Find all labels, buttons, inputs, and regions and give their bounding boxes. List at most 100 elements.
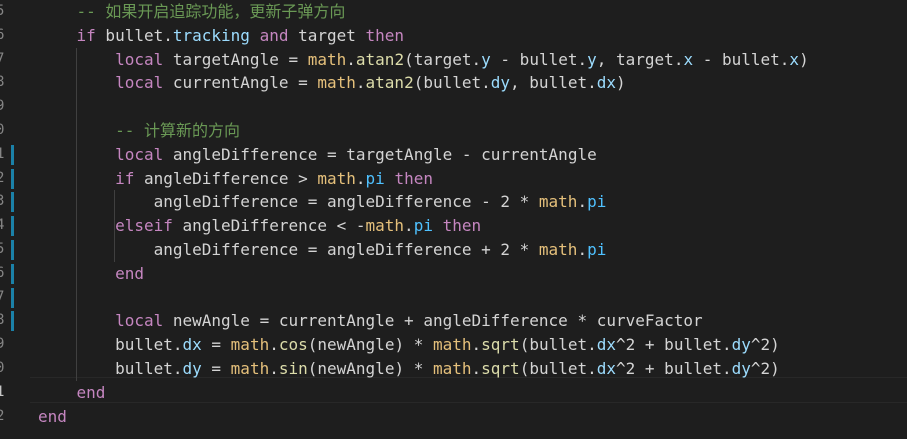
line-number: 2 xyxy=(0,169,5,186)
code-token: . xyxy=(471,359,482,378)
code-token: atan2 xyxy=(355,49,405,69)
code-line[interactable]: 1 local angleDifference = targetAngle - … xyxy=(0,143,907,167)
code-line[interactable]: 9 bullet.dx = math.cos(newAngle) * math.… xyxy=(0,333,907,357)
code-line[interactable]: 7 xyxy=(0,286,907,310)
code-line[interactable]: 2 end xyxy=(0,405,907,429)
code-token: . xyxy=(355,168,366,188)
code-token: , bullet. xyxy=(510,73,597,93)
code-line[interactable]: 1 end xyxy=(0,381,907,405)
code-text: if bullet.tracking and target then xyxy=(38,24,405,48)
code-editor[interactable]: 5 -- 如果开启追踪功能，更新子弹方向 6 if bullet.tracking… xyxy=(0,0,907,439)
code-line[interactable]: 9 xyxy=(0,95,907,119)
code-line[interactable]: 8 local newAngle = currentAngle + angleD… xyxy=(0,309,907,333)
code-token: math xyxy=(432,335,472,355)
code-line[interactable]: 5 -- 如果开启追踪功能，更新子弹方向 xyxy=(0,0,907,24)
code-token: ^2 + bullet. xyxy=(616,359,732,378)
code-comment: -- 如果开启追踪功能，更新子弹方向 xyxy=(76,2,346,21)
code-token: ) xyxy=(799,49,809,69)
code-token: local xyxy=(115,49,164,69)
code-token: (target. xyxy=(404,49,482,69)
code-line[interactable]: 7 local targetAngle = math.atan2(target.… xyxy=(0,48,907,72)
code-token: ^2 + bullet. xyxy=(616,335,732,355)
code-text: local angleDifference = targetAngle - cu… xyxy=(38,143,597,167)
code-text: elseif angleDifference < -math.pi then xyxy=(38,214,481,238)
modified-line-marker xyxy=(11,263,14,284)
code-token: currentAngle = xyxy=(163,73,318,93)
line-number: 6 xyxy=(0,26,5,43)
code-comment: -- 计算新的方向 xyxy=(115,121,240,140)
code-token: ^2) xyxy=(750,335,780,355)
code-token: end xyxy=(38,406,67,426)
code-token: pi xyxy=(587,240,607,259)
line-number: 0 xyxy=(0,122,5,138)
code-line[interactable]: 4 elseif angleDifference < -math.pi then xyxy=(0,214,907,238)
code-token: dx xyxy=(596,73,616,93)
indent-guide xyxy=(76,47,77,381)
code-token: bullet. xyxy=(38,359,183,378)
code-token: then xyxy=(365,25,405,45)
code-text: bullet.dx = math.cos(newAngle) * math.sq… xyxy=(38,333,780,357)
code-text: -- 如果开启追踪功能，更新子弹方向 xyxy=(38,0,346,24)
code-token: dy xyxy=(731,335,751,355)
code-token: tracking xyxy=(172,25,250,45)
code-line[interactable]: 8 local currentAngle = math.atan2(bullet… xyxy=(0,71,907,95)
code-token: (newAngle) * xyxy=(307,335,433,355)
code-line[interactable]: 3 angleDifference = angleDifference - 2 … xyxy=(0,190,907,214)
code-text: end xyxy=(38,381,106,405)
line-number: 5 xyxy=(0,3,5,19)
code-token: . xyxy=(471,335,482,355)
code-token: if xyxy=(115,168,135,188)
modified-line-marker xyxy=(11,216,14,237)
code-token: if xyxy=(76,25,96,45)
code-token: . xyxy=(355,73,366,93)
code-text: local targetAngle = math.atan2(target.y … xyxy=(38,48,809,72)
code-token: . xyxy=(577,240,588,259)
code-token: dx xyxy=(182,335,202,355)
code-token: math xyxy=(317,73,356,93)
code-token: ^2) xyxy=(750,359,780,378)
line-number: 8 xyxy=(0,74,5,91)
code-token: , target. xyxy=(596,49,684,69)
code-token: . xyxy=(404,216,414,236)
code-token: math xyxy=(230,335,270,355)
code-token: (bullet. xyxy=(519,335,597,355)
code-token: then xyxy=(442,216,482,236)
code-token: . xyxy=(269,335,279,355)
code-token: target xyxy=(288,25,366,45)
line-number: 3 xyxy=(0,193,5,210)
code-text: -- 计算新的方向 xyxy=(38,119,240,143)
modified-line-marker xyxy=(11,192,14,213)
code-token: . xyxy=(346,49,356,69)
code-line[interactable]: 2 if angleDifference > math.pi then xyxy=(0,167,907,191)
code-token: math xyxy=(538,192,578,212)
modified-line-marker xyxy=(11,287,14,308)
code-line[interactable]: 5 angleDifference = angleDifference + 2 … xyxy=(0,238,907,262)
code-token: math xyxy=(317,168,356,188)
line-number: 1 xyxy=(0,145,5,162)
code-line[interactable]: 0 -- 计算新的方向 xyxy=(0,119,907,143)
line-number: 5 xyxy=(0,241,5,257)
line-number: 4 xyxy=(0,217,5,234)
code-token: math xyxy=(538,240,578,259)
code-token: dx xyxy=(596,359,617,378)
code-token: targetAngle = xyxy=(163,49,308,69)
code-token: dy xyxy=(490,73,511,93)
code-line[interactable]: 6 end xyxy=(0,262,907,286)
code-text: local newAngle = currentAngle + angleDif… xyxy=(38,309,703,333)
line-number: 1 xyxy=(0,383,5,400)
code-token: cos xyxy=(278,335,308,355)
code-token: pi xyxy=(587,192,607,212)
code-token: math xyxy=(307,49,347,69)
code-token: bullet. xyxy=(38,335,183,355)
code-text: angleDifference = angleDifference - 2 * … xyxy=(38,190,607,214)
code-token: local xyxy=(115,144,164,164)
code-text: end xyxy=(38,405,67,429)
code-line[interactable]: 6 if bullet.tracking and target then xyxy=(0,24,907,48)
line-number: 9 xyxy=(0,336,5,353)
code-token: sin xyxy=(278,359,308,378)
code-line[interactable]: 0 bullet.dy = math.sin(newAngle) * math.… xyxy=(0,357,907,381)
line-number: 2 xyxy=(0,407,5,424)
